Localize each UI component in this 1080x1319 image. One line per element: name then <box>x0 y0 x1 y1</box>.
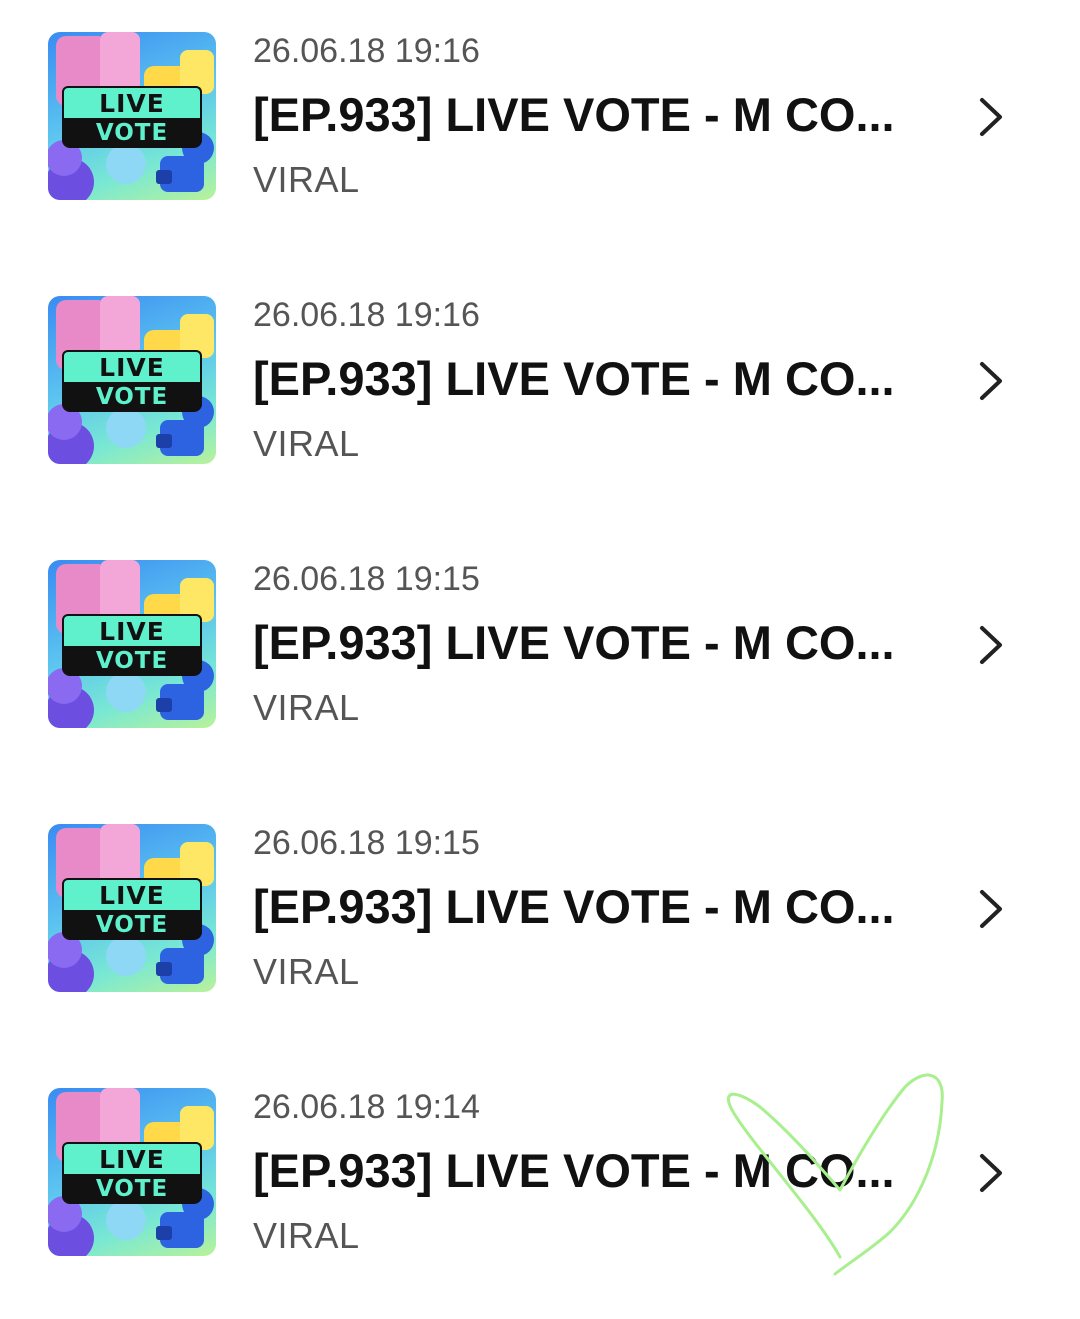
item-title: [EP.933] LIVE VOTE - M CO... <box>253 352 895 405</box>
chevron-right-icon[interactable] <box>970 94 1010 140</box>
live-vote-thumbnail: LIVE VOTE <box>48 296 216 464</box>
list-item[interactable]: LIVE VOTE 26.06.18 19:15 [EP.933] LIVE V… <box>0 560 1080 760</box>
item-title: [EP.933] LIVE VOTE - M CO... <box>253 1144 895 1197</box>
item-subtitle: VIRAL <box>253 951 360 992</box>
thumbnail-artwork <box>48 824 214 992</box>
item-title: [EP.933] LIVE VOTE - M CO... <box>253 880 895 933</box>
thumbnail-artwork <box>48 1088 214 1256</box>
list-item[interactable]: LIVE VOTE 26.06.18 19:16 [EP.933] LIVE V… <box>0 296 1080 496</box>
list-item[interactable]: LIVE VOTE 26.06.18 19:15 [EP.933] LIVE V… <box>0 824 1080 1024</box>
item-date: 26.06.18 19:14 <box>253 1088 480 1126</box>
item-subtitle: VIRAL <box>253 687 360 728</box>
chevron-right-icon[interactable] <box>970 622 1010 668</box>
item-subtitle: VIRAL <box>253 1215 360 1256</box>
live-vote-thumbnail: LIVE VOTE <box>48 824 216 992</box>
live-vote-thumbnail: LIVE VOTE <box>48 560 216 728</box>
thumbnail-artwork <box>48 32 214 200</box>
item-date: 26.06.18 19:15 <box>253 560 480 598</box>
thumbnail-artwork <box>48 296 214 464</box>
item-date: 26.06.18 19:16 <box>253 296 480 334</box>
list-item[interactable]: LIVE VOTE 26.06.18 19:16 [EP.933] LIVE V… <box>0 32 1080 232</box>
thumbnail-artwork <box>48 560 214 728</box>
live-vote-thumbnail: LIVE VOTE <box>48 1088 216 1256</box>
live-vote-thumbnail: LIVE VOTE <box>48 32 216 200</box>
chevron-right-icon[interactable] <box>970 1150 1010 1196</box>
chevron-right-icon[interactable] <box>970 886 1010 932</box>
item-subtitle: VIRAL <box>253 423 360 464</box>
item-subtitle: VIRAL <box>253 159 360 200</box>
item-date: 26.06.18 19:16 <box>253 32 480 70</box>
item-title: [EP.933] LIVE VOTE - M CO... <box>253 88 895 141</box>
item-date: 26.06.18 19:15 <box>253 824 480 862</box>
list-item[interactable]: LIVE VOTE 26.06.18 19:14 [EP.933] LIVE V… <box>0 1088 1080 1288</box>
history-list: LIVE VOTE 26.06.18 19:16 [EP.933] LIVE V… <box>0 0 1080 1319</box>
item-title: [EP.933] LIVE VOTE - M CO... <box>253 616 895 669</box>
chevron-right-icon[interactable] <box>970 358 1010 404</box>
